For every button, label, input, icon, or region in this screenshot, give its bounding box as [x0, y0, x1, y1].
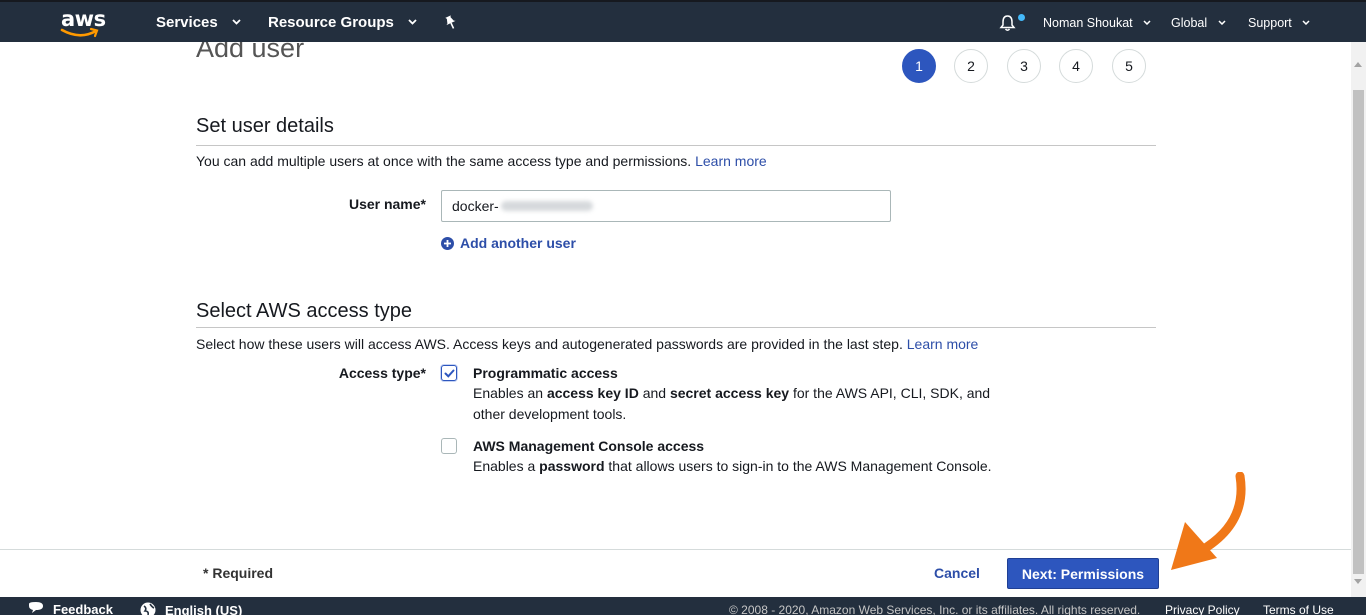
username-value: docker- — [452, 198, 499, 214]
feedback-link[interactable]: Feedback — [27, 602, 113, 615]
chevron-down-icon — [1302, 20, 1310, 25]
bell-icon[interactable] — [999, 14, 1016, 32]
resource-groups-label: Resource Groups — [268, 14, 394, 31]
programmatic-access-checkbox[interactable] — [441, 365, 457, 381]
step-1[interactable]: 1 — [902, 49, 936, 83]
scroll-up-arrow-icon[interactable] — [1354, 62, 1362, 67]
annotation-arrow-icon — [1171, 472, 1246, 570]
step-4[interactable]: 4 — [1059, 49, 1093, 83]
feedback-label: Feedback — [53, 602, 113, 615]
console-access-checkbox[interactable] — [441, 438, 457, 454]
support-label: Support — [1248, 16, 1292, 30]
add-another-user-link[interactable]: Add another user — [441, 235, 576, 251]
desc-bold: access key ID — [546, 385, 639, 401]
desc-text: Enables an — [473, 385, 547, 401]
user-details-description: You can add multiple users at once with … — [196, 153, 767, 169]
learn-more-link[interactable]: Learn more — [695, 153, 767, 169]
desc-text: and — [638, 385, 670, 401]
globe-icon — [140, 602, 156, 615]
desc-bold: secret access key — [669, 385, 790, 401]
next-permissions-button[interactable]: Next: Permissions — [1007, 558, 1159, 589]
page-title: Add user — [196, 42, 305, 63]
resource-groups-menu[interactable]: Resource Groups — [268, 14, 417, 31]
language-selector[interactable]: English (US) — [140, 602, 242, 615]
speech-bubble-icon — [29, 602, 43, 613]
console-access-title: AWS Management Console access — [473, 438, 705, 454]
language-label: English (US) — [165, 603, 243, 615]
account-name: Noman Shoukat — [1043, 16, 1133, 30]
access-type-description-text: Select how these users will access AWS. … — [196, 336, 903, 352]
learn-more-link[interactable]: Learn more — [907, 336, 979, 352]
access-type-label: Access type* — [338, 365, 426, 381]
notification-dot — [1018, 14, 1025, 21]
aws-smile-icon — [60, 27, 99, 38]
step-3[interactable]: 3 — [1007, 49, 1041, 83]
services-label: Services — [156, 14, 218, 31]
plus-circle-icon — [441, 237, 454, 250]
region-label: Global — [1171, 16, 1208, 30]
username-input[interactable]: docker- — [441, 190, 891, 222]
redacted-text — [500, 201, 593, 211]
chevron-down-icon — [232, 19, 241, 25]
console-footer: Feedback English (US) © 2008 - 2020, Ama… — [0, 597, 1366, 615]
copyright-text: © 2008 - 2020, Amazon Web Services, Inc.… — [729, 603, 1141, 615]
services-menu[interactable]: Services — [156, 14, 241, 31]
desc-text: that allows users to sign-in to the AWS … — [604, 458, 992, 474]
user-details-description-text: You can add multiple users at once with … — [196, 153, 692, 169]
scroll-down-arrow-icon[interactable] — [1354, 579, 1362, 584]
desc-bold: password — [539, 458, 605, 474]
pin-icon[interactable] — [444, 15, 458, 31]
top-navigation-bar: aws Services Resource Groups Noman Shouk… — [0, 0, 1366, 42]
console-access-description: Enables a password that allows users to … — [473, 456, 1013, 477]
username-label: User name* — [348, 196, 426, 212]
add-another-user-label: Add another user — [460, 235, 576, 251]
divider — [196, 145, 1156, 146]
access-type-description: Select how these users will access AWS. … — [196, 336, 978, 352]
divider — [196, 327, 1156, 328]
required-note: * Required — [203, 565, 274, 581]
chevron-down-icon — [1143, 20, 1151, 25]
access-type-heading: Select AWS access type — [196, 300, 413, 322]
desc-text: Enables a — [473, 458, 540, 474]
user-details-heading: Set user details — [196, 115, 334, 137]
support-menu[interactable]: Support — [1248, 16, 1310, 30]
step-2[interactable]: 2 — [954, 49, 988, 83]
cancel-button[interactable]: Cancel — [934, 565, 980, 581]
scrollbar-thumb[interactable] — [1353, 90, 1364, 574]
step-5[interactable]: 5 — [1112, 49, 1146, 83]
aws-logo[interactable]: aws — [60, 7, 106, 38]
programmatic-access-title: Programmatic access — [473, 365, 618, 381]
checkmark-icon — [444, 369, 455, 378]
chevron-down-icon — [1218, 20, 1226, 25]
account-menu[interactable]: Noman Shoukat — [1043, 16, 1151, 30]
chevron-down-icon — [408, 19, 417, 25]
terms-of-use-link[interactable]: Terms of Use — [1263, 603, 1334, 615]
programmatic-access-description: Enables an access key ID and secret acce… — [473, 383, 1003, 425]
region-menu[interactable]: Global — [1171, 16, 1226, 30]
privacy-policy-link[interactable]: Privacy Policy — [1165, 603, 1240, 615]
